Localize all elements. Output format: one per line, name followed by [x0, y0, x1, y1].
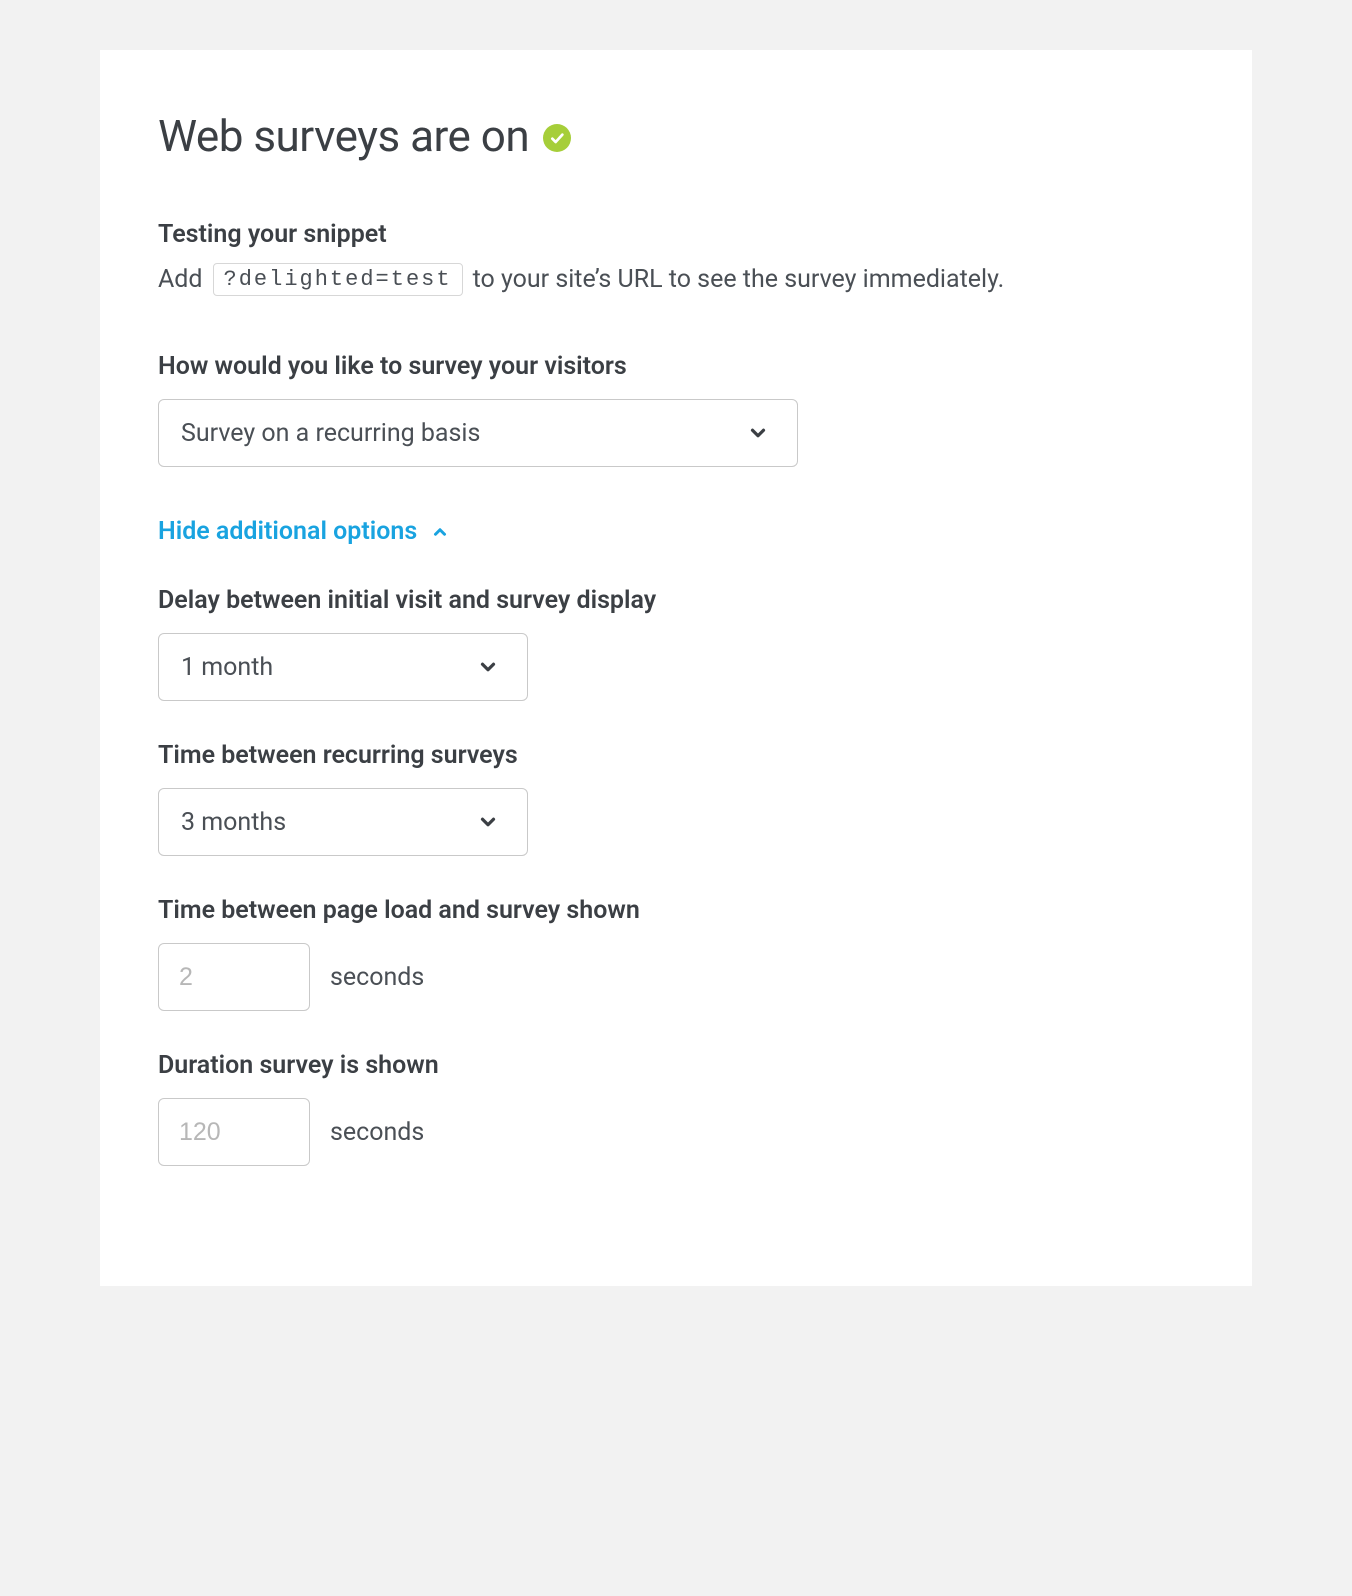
chevron-down-icon [747, 422, 769, 444]
delay-initial-label: Delay between initial visit and survey d… [158, 586, 1194, 615]
page-load-delay-input[interactable] [158, 943, 310, 1011]
recurring-gap-value: 3 months [181, 808, 286, 837]
recurring-gap-field: Time between recurring surveys 3 months [158, 741, 1194, 856]
duration-shown-field: Duration survey is shown seconds [158, 1051, 1194, 1166]
query-param-chip: ?delighted=test [213, 263, 463, 296]
survey-method-select[interactable]: Survey on a recurring basis [158, 399, 798, 467]
recurring-gap-label: Time between recurring surveys [158, 741, 1194, 770]
chevron-up-icon [431, 523, 449, 541]
page-load-delay-label: Time between page load and survey shown [158, 896, 1194, 925]
delay-initial-select[interactable]: 1 month [158, 633, 528, 701]
testing-suffix: to your site’s URL to see the survey imm… [473, 265, 1005, 294]
duration-shown-input[interactable] [158, 1098, 310, 1166]
settings-card: Web surveys are on Testing your snippet … [100, 50, 1252, 1286]
delay-initial-field: Delay between initial visit and survey d… [158, 586, 1194, 701]
page-title: Web surveys are on [158, 110, 529, 162]
toggle-label: Hide additional options [158, 517, 417, 546]
survey-method-value: Survey on a recurring basis [181, 419, 480, 448]
survey-method-field: How would you like to survey your visito… [158, 352, 1194, 467]
recurring-gap-select[interactable]: 3 months [158, 788, 528, 856]
testing-prefix: Add [158, 265, 203, 294]
survey-method-label: How would you like to survey your visito… [158, 352, 1194, 381]
chevron-down-icon [477, 811, 499, 833]
status-check-icon [543, 124, 571, 152]
testing-heading: Testing your snippet [158, 220, 1194, 249]
duration-shown-row: seconds [158, 1098, 1194, 1166]
page-title-row: Web surveys are on [158, 110, 1194, 162]
page-load-delay-unit: seconds [330, 963, 424, 992]
duration-shown-label: Duration survey is shown [158, 1051, 1194, 1080]
duration-shown-unit: seconds [330, 1118, 424, 1147]
chevron-down-icon [477, 656, 499, 678]
toggle-additional-options[interactable]: Hide additional options [158, 517, 1194, 546]
page-load-delay-field: Time between page load and survey shown … [158, 896, 1194, 1011]
page-load-delay-row: seconds [158, 943, 1194, 1011]
testing-instruction: Add ?delighted=test to your site’s URL t… [158, 263, 1194, 296]
delay-initial-value: 1 month [181, 653, 273, 682]
